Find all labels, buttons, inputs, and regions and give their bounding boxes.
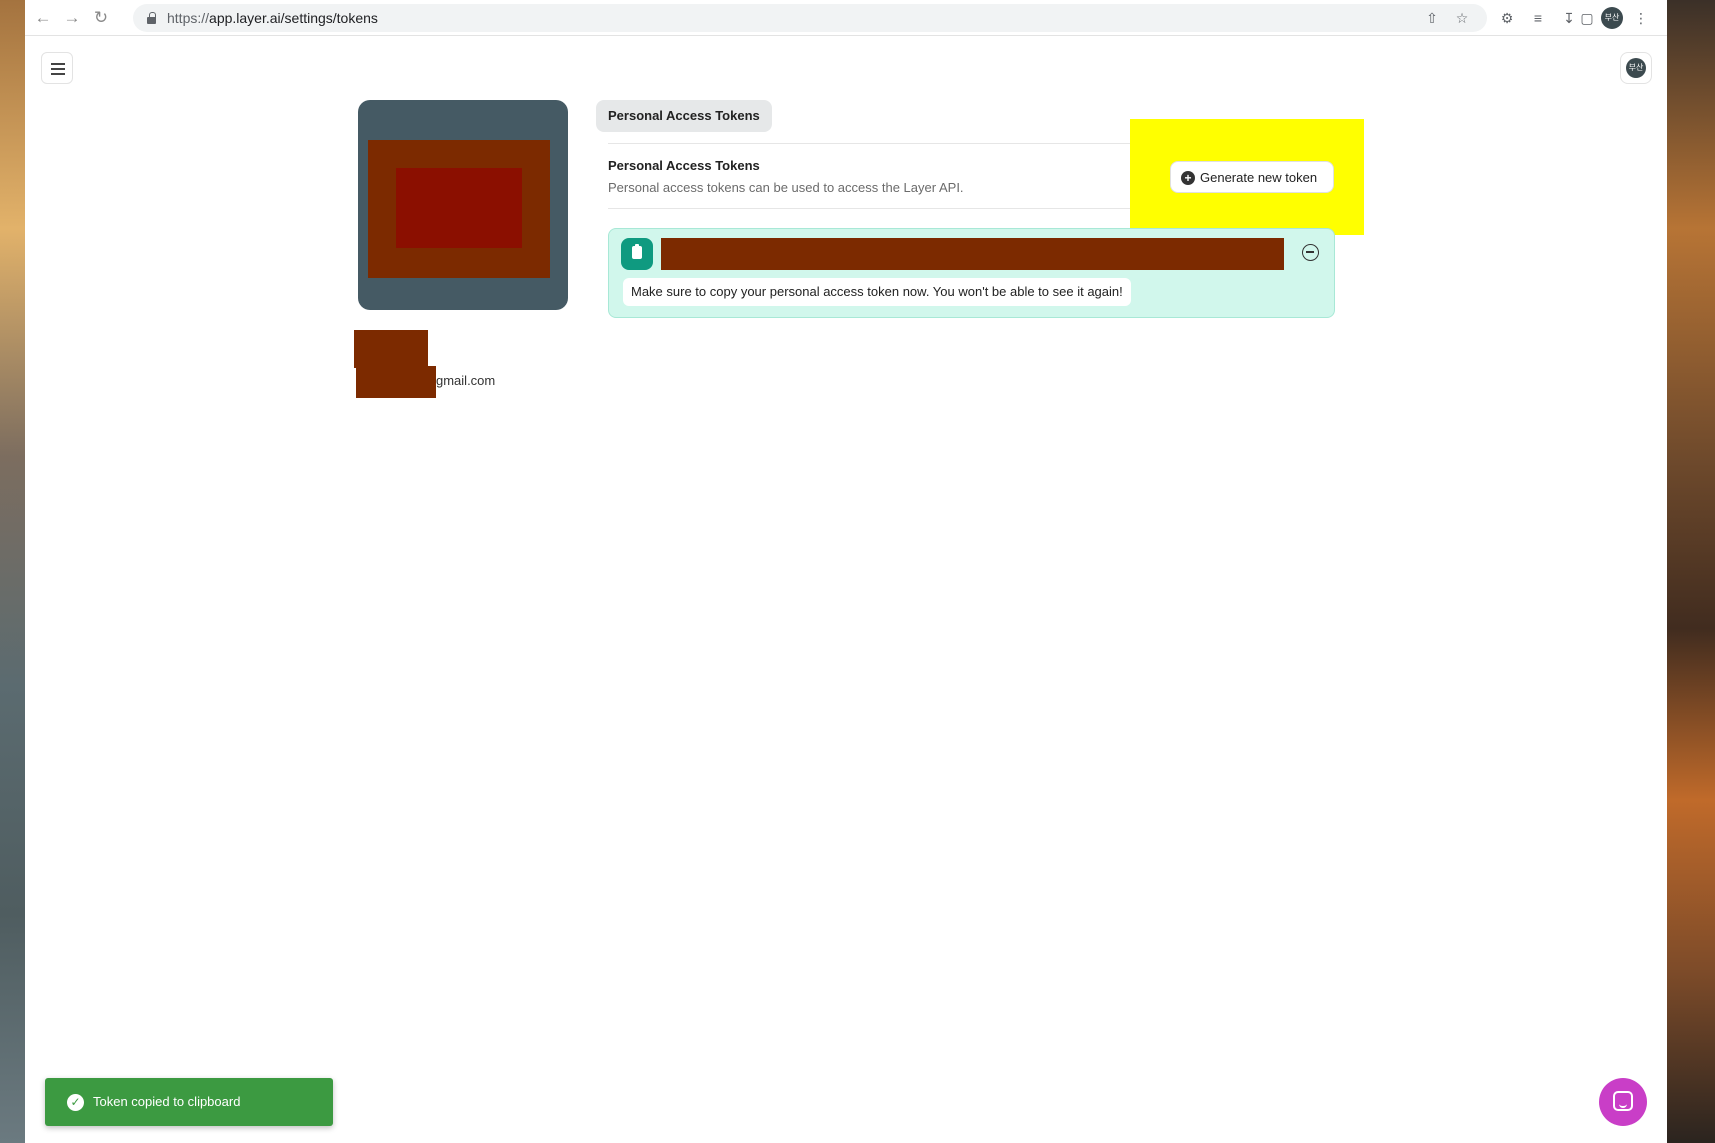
user-email: gmail.com bbox=[436, 373, 496, 388]
browser-profile-avatar[interactable]: 부산 bbox=[1601, 7, 1623, 29]
redaction-block bbox=[368, 140, 550, 278]
section-description: Personal access tokens can be used to ac… bbox=[608, 180, 964, 195]
generate-new-token-button[interactable]: + Generate new token bbox=[1170, 161, 1334, 193]
toast-notification: ✓ Token copied to clipboard bbox=[45, 1078, 333, 1126]
redacted-username bbox=[354, 330, 428, 368]
copy-token-button[interactable] bbox=[621, 238, 653, 270]
redaction-block-inner bbox=[396, 168, 522, 248]
address-bar[interactable]: https://app.layer.ai/settings/tokens ⇧ ☆ bbox=[133, 4, 1487, 32]
check-circle-icon: ✓ bbox=[67, 1094, 84, 1111]
redacted-email-local-part bbox=[356, 366, 436, 398]
desktop-wallpaper-right bbox=[1667, 0, 1715, 1143]
redacted-token-value bbox=[661, 238, 1284, 270]
forward-icon[interactable]: → bbox=[62, 8, 82, 28]
more-vert-icon[interactable]: ⋮ bbox=[1631, 8, 1651, 28]
browser-toolbar: ← → ↻ https://app.layer.ai/settings/toke… bbox=[25, 0, 1667, 36]
hamburger-icon[interactable] bbox=[41, 52, 73, 84]
extensions-icon[interactable]: ⚙ bbox=[1497, 8, 1517, 28]
bookmark-star-icon[interactable]: ☆ bbox=[1453, 9, 1471, 27]
reload-icon[interactable]: ↻ bbox=[91, 8, 111, 28]
avatar: 부산 bbox=[1626, 58, 1646, 78]
user-avatar-button[interactable]: 부산 bbox=[1620, 52, 1652, 84]
profile-image bbox=[358, 100, 568, 310]
settings-page: 부산 gmail.com Personal Access Tokens Pers… bbox=[25, 36, 1667, 1143]
lock-icon[interactable] bbox=[147, 12, 156, 24]
chat-launcher-button[interactable] bbox=[1599, 1078, 1647, 1126]
token-copy-warning: Make sure to copy your personal access t… bbox=[623, 278, 1131, 306]
generate-new-token-label: Generate new token bbox=[1200, 170, 1318, 185]
tab-personal-access-tokens[interactable]: Personal Access Tokens bbox=[596, 100, 772, 132]
section-title: Personal Access Tokens bbox=[608, 158, 760, 173]
download-icon[interactable]: ↧ bbox=[1559, 8, 1579, 28]
clipboard-icon bbox=[632, 244, 642, 259]
back-icon[interactable]: ← bbox=[33, 8, 53, 28]
browser-window: ← → ↻ https://app.layer.ai/settings/toke… bbox=[25, 0, 1667, 1143]
reading-list-icon[interactable]: ≡ bbox=[1528, 8, 1548, 28]
chat-bubble-icon bbox=[1613, 1091, 1633, 1111]
new-token-panel: Make sure to copy your personal access t… bbox=[608, 228, 1335, 318]
plus-circle-icon: + bbox=[1181, 171, 1195, 185]
share-icon[interactable]: ⇧ bbox=[1423, 9, 1441, 27]
url-text[interactable]: https://app.layer.ai/settings/tokens bbox=[167, 10, 378, 26]
desktop-wallpaper-left bbox=[0, 0, 25, 1143]
toast-message: Token copied to clipboard bbox=[93, 1094, 241, 1109]
dismiss-token-icon[interactable] bbox=[1302, 244, 1319, 261]
side-panel-icon[interactable]: ▢ bbox=[1577, 8, 1597, 28]
